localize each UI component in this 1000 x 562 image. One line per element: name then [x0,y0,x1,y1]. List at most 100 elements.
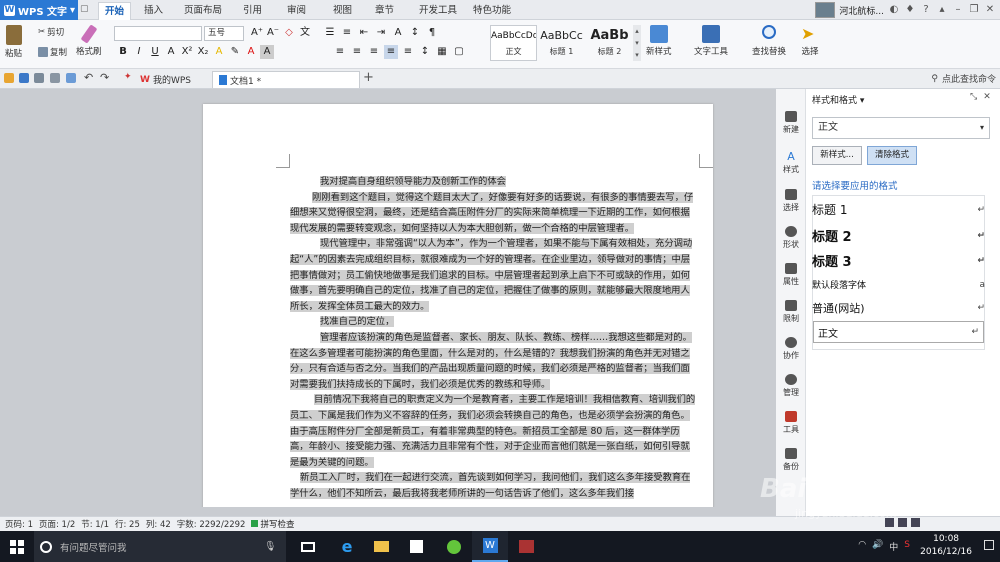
shading-icon[interactable]: ▦ [435,45,449,59]
volume-icon[interactable]: 🔊 [872,540,883,553]
command-search[interactable]: ⚲ 点此查找命令 [931,72,996,86]
help-icon[interactable]: ? [920,4,932,16]
style-list-item[interactable]: 普通(网站) ↵ [812,300,985,316]
style-list-item[interactable]: 标题 2 ↵ [812,226,985,245]
minimize-icon[interactable]: – [952,4,964,16]
close-icon[interactable]: ✕ [983,92,991,102]
redo-icon[interactable]: ↷ [100,71,109,84]
sidebar-select[interactable]: 选择 [776,189,806,213]
subscript-icon[interactable]: X₂ [196,45,210,59]
start-button[interactable] [0,531,34,562]
sidebar-property[interactable]: 属性 [776,263,806,287]
select-button[interactable]: ➤ 选择 [801,25,819,58]
superscript-icon[interactable]: X² [180,45,194,59]
paste-button[interactable]: 粘贴 [5,25,22,59]
tab-home[interactable]: 开始 [98,2,132,20]
spell-check-toggle[interactable]: 拼写检查 [251,518,294,530]
edge-button[interactable]: e [329,531,365,562]
new-style-button[interactable]: 新样式 [646,25,672,57]
pin-toolbar-icon[interactable]: ✦ [124,72,132,82]
tab-features[interactable]: 特色功能 [467,2,517,20]
style-list-item[interactable]: 默认段落字体 a [812,278,985,292]
photo-app-button[interactable] [508,531,544,562]
style-normal[interactable]: AaBbCcDd 正文 [490,25,537,61]
text-tools-button[interactable]: 文字工具 [694,25,728,57]
store-button[interactable] [398,531,434,562]
align-left-icon[interactable]: ≡ [333,45,347,59]
style-list-item[interactable]: 标题 1 ↵ [812,201,985,218]
clock[interactable]: 10:08 2016/12/16 [920,533,972,559]
status-section[interactable]: 节: 1/1 [81,518,109,530]
save-icon[interactable] [19,73,29,83]
sidebar-restrict[interactable]: 限制 [776,300,806,324]
print-preview-icon[interactable] [66,73,76,83]
grow-font-icon[interactable]: A⁺ [250,26,264,40]
microphone-icon[interactable]: 🎙 [264,541,276,552]
new-style-panel-button[interactable]: 新样式... [812,146,862,165]
print-icon[interactable] [50,73,60,83]
clear-format-icon[interactable]: ◇ [282,26,296,40]
sidebar-collab[interactable]: 协作 [776,337,806,361]
underline-icon[interactable]: U [148,45,162,59]
status-pages[interactable]: 页面: 1/2 [39,518,75,530]
tab-references[interactable]: 引用 [237,2,268,20]
find-replace-button[interactable]: 查找替换 [752,25,786,57]
avatar[interactable] [815,2,836,18]
shrink-font-icon[interactable]: A⁻ [266,26,280,40]
copy-button[interactable]: 复制 [38,46,67,58]
font-size-select[interactable]: 五号 [204,26,244,41]
document-body[interactable]: 我对提高自身组织领导能力及创新工作的体会 刚刚看到这个题目，觉得这个题目太大了，… [290,174,697,501]
tab-review[interactable]: 审阅 [281,2,312,20]
sidebar-tools[interactable]: 工具 [776,411,806,435]
line-spacing-icon[interactable]: ↕ [418,45,432,59]
current-style-select[interactable]: 正文 ▾ [812,117,990,139]
new-tab-icon[interactable]: + [363,70,374,85]
sidebar-manage[interactable]: 管理 [776,374,806,398]
align-center-icon[interactable]: ≡ [350,45,364,59]
style-list-item[interactable]: 标题 3 ↵ [812,251,985,270]
pin-icon[interactable]: ▴ [936,4,948,16]
tab-page-layout[interactable]: 页面布局 [178,2,228,20]
tab-insert[interactable]: 插入 [138,2,169,20]
show-marks-icon[interactable]: ¶ [425,26,439,40]
dock-icon[interactable]: ⤡ [970,92,977,102]
browser-button[interactable] [436,531,472,562]
skin-icon[interactable]: ◐ [888,4,900,16]
style-heading-2[interactable]: AaBb 标题 2 [586,25,633,61]
sogou-icon[interactable]: S [904,540,910,553]
distributed-icon[interactable]: ≡ [401,45,415,59]
bold-icon[interactable]: B [116,45,130,59]
undo-icon[interactable]: ↶ [84,71,93,84]
output-pdf-icon[interactable] [34,73,44,83]
shirt-icon[interactable]: ♦ [904,4,916,16]
border-icon[interactable]: ▢ [452,45,466,59]
clear-format-button[interactable]: 清除格式 [867,146,917,165]
italic-icon[interactable]: I [132,45,146,59]
style-list-item-selected[interactable]: 正文 ↵ [813,321,984,343]
char-shading-icon[interactable]: A [260,45,274,59]
task-view-button[interactable] [290,531,326,562]
wps-writer-button[interactable]: W [472,531,508,562]
explorer-button[interactable] [363,531,399,562]
tab-developer[interactable]: 开发工具 [413,2,463,20]
tab-sections[interactable]: 章节 [369,2,400,20]
numbered-list-icon[interactable]: ≡ [340,26,354,40]
open-file-icon[interactable] [4,73,14,83]
indent-icon[interactable]: ⇥ [374,26,388,40]
app-menu-button[interactable]: W WPS 文字 ▾ [0,0,78,20]
pane-title[interactable]: 样式和格式 ▾ [812,93,864,106]
format-painter-button[interactable]: 格式刷 [76,24,102,57]
sort-icon[interactable]: ↕ [408,26,422,40]
font-color-icon[interactable]: A [244,45,258,59]
style-heading-1[interactable]: AaBbCc 标题 1 [538,25,585,61]
highlighter-icon[interactable]: ✎ [228,45,242,59]
sidebar-backup[interactable]: 备份 [776,448,806,472]
tab-mywps[interactable]: W 我的WPS [134,71,197,88]
justify-icon[interactable]: ≡ [384,45,398,59]
bullet-list-icon[interactable]: ☰ [323,26,337,40]
font-name-select[interactable] [114,26,202,41]
cut-button[interactable]: ✂ 剪切 [38,26,64,38]
user-name[interactable]: 河北航标... [839,4,884,17]
tab-document1[interactable]: 文档1 * [212,71,360,88]
sidebar-shape[interactable]: 形状 [776,226,806,250]
